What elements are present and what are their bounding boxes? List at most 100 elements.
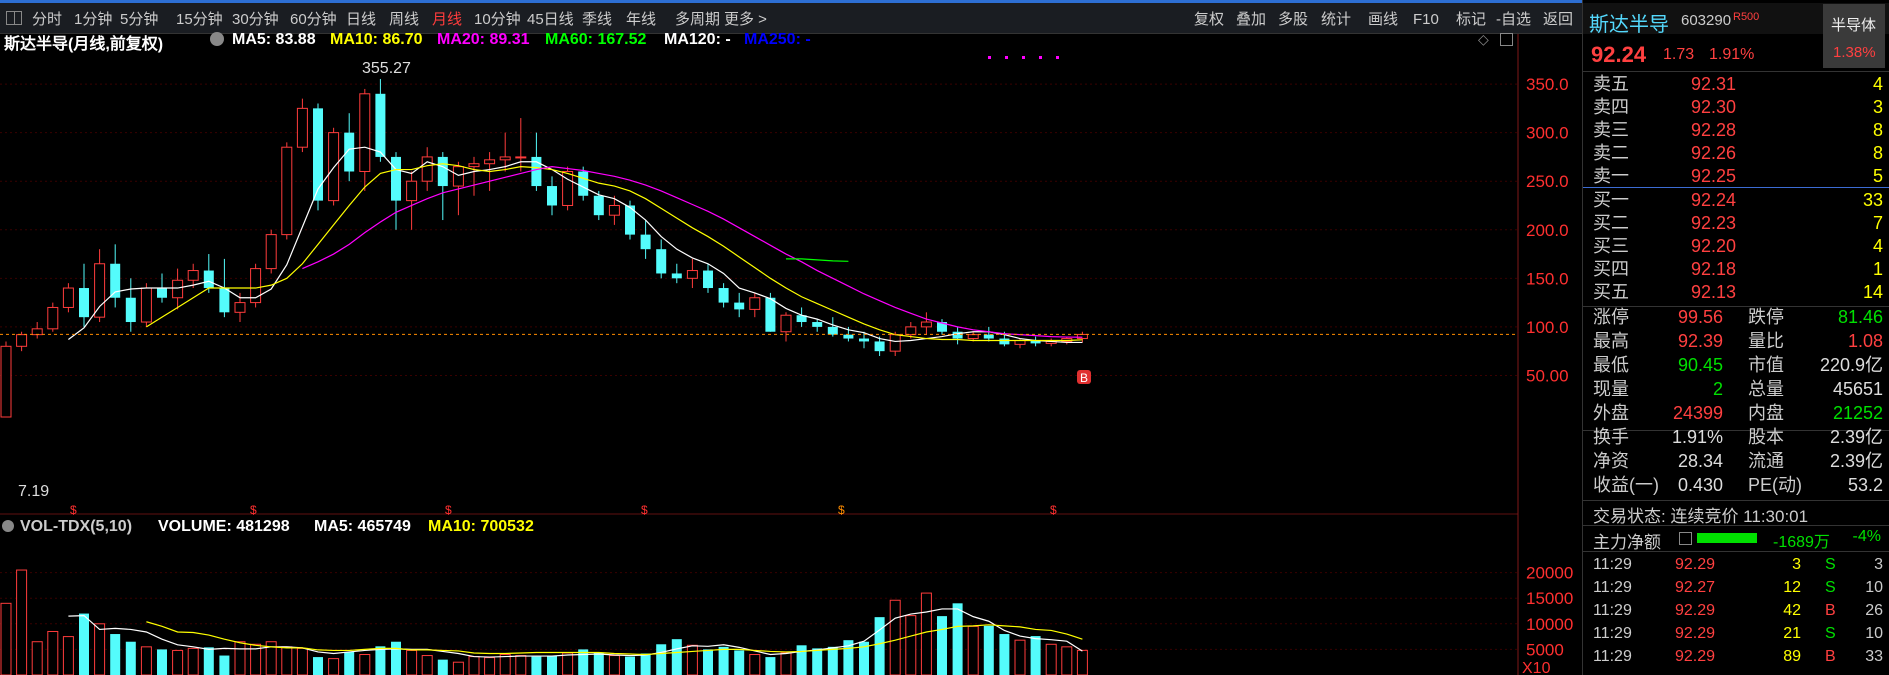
period-tab[interactable]: 5分钟 (120, 9, 158, 31)
period-tab[interactable]: 多周期 (675, 9, 720, 31)
volume-bar (1061, 646, 1073, 675)
flow-detail-icon[interactable] (1679, 532, 1692, 545)
volume-bar (296, 647, 308, 675)
stat-value: 21252 (1832, 403, 1883, 423)
volume-bar (499, 654, 511, 675)
candle (125, 278, 136, 332)
order-book-row[interactable]: 买二 92.23 7 (1593, 211, 1883, 235)
period-tab[interactable]: 15分钟 (176, 9, 223, 31)
kline-chart[interactable]: 350.0 300.0 250.0 200.0 150.0 100.0 50.00 355.2… (0, 34, 1582, 675)
candle (296, 98, 308, 153)
marker-dot (1039, 56, 1042, 59)
order-book-row[interactable]: 买一 92.24 33 (1593, 188, 1883, 212)
candle (359, 88, 371, 191)
volume-bar (640, 653, 651, 675)
volume-bar (110, 634, 121, 675)
tick-count: 33 (1865, 648, 1883, 665)
stat-label: 市值 (1748, 355, 1784, 375)
volume-bar (125, 641, 136, 675)
candle (437, 152, 448, 221)
volume-bar (359, 654, 371, 675)
volume-bar (827, 646, 838, 675)
volume-bar (313, 657, 323, 675)
volume-bar (62, 636, 74, 675)
volume-bar (391, 641, 401, 675)
order-book-volume: 14 (1862, 282, 1883, 302)
volume-bar (187, 647, 199, 675)
volume-bar (780, 652, 792, 675)
tick-price: 92.27 (1675, 579, 1716, 596)
period-tab[interactable]: 45日线 (527, 9, 574, 31)
tick-volume: 21 (1783, 625, 1801, 642)
order-book-price: 92.31 (1691, 74, 1737, 94)
order-book-row[interactable]: 卖五 92.31 4 (1593, 72, 1883, 96)
tick-side: S (1825, 556, 1836, 573)
stat-row: 换手 1.91% 股本 2.39亿 (1593, 425, 1883, 449)
period-tab[interactable]: 月线 (432, 9, 462, 31)
candle (265, 229, 277, 274)
order-book-price: 92.26 (1691, 143, 1737, 163)
volume-bar (203, 647, 214, 675)
order-book-label: 卖四 (1593, 97, 1629, 117)
period-tab[interactable]: 30分钟 (232, 9, 279, 31)
order-book-row[interactable]: 卖二 92.26 8 (1593, 141, 1883, 165)
period-tab[interactable]: 分时 (32, 9, 62, 31)
tool-button[interactable]: 画线 (1368, 9, 1398, 31)
stat-value: 81.46 (1837, 307, 1883, 327)
volume-bar (94, 623, 106, 675)
candle (421, 147, 433, 191)
tool-button[interactable]: 标记 (1456, 9, 1486, 31)
candle (140, 283, 152, 327)
order-book-row[interactable]: 买五 92.13 14 (1593, 280, 1883, 304)
period-tab[interactable]: 1分钟 (74, 9, 112, 31)
stat-value: 53.2 (1847, 475, 1883, 495)
tick-time: 11:29 (1593, 602, 1632, 619)
tick-side: S (1825, 579, 1836, 596)
tool-button[interactable]: 返回 (1543, 9, 1573, 31)
tick-price: 92.29 (1675, 602, 1716, 619)
price-tick-label: 250.0 (1526, 172, 1569, 191)
volume-tick-label: 5000 (1526, 640, 1564, 659)
tool-button[interactable]: F10 (1413, 9, 1439, 31)
candle (468, 156, 480, 196)
stat-label: 量比 (1748, 331, 1784, 351)
volume-bar (515, 655, 527, 675)
candle (375, 78, 386, 162)
order-book-volume: 1 (1872, 259, 1883, 279)
stat-value: 0.430 (1677, 475, 1723, 495)
tick-price: 92.29 (1675, 625, 1716, 642)
period-tab[interactable]: 年线 (626, 9, 656, 31)
main-flow-bar (1697, 533, 1757, 543)
tool-button[interactable]: 复权 (1194, 9, 1224, 31)
period-tab[interactable]: 10分钟 (474, 9, 521, 31)
layout-grid-icon[interactable] (6, 11, 22, 25)
trade-status: 交易状态: 连续竞价 11:30:01 (1593, 507, 1809, 526)
ma20-line (302, 166, 1083, 338)
period-tab[interactable]: 更多 > (724, 9, 767, 31)
order-book-row[interactable]: 买三 92.20 4 (1593, 234, 1883, 258)
stat-row: 最低 90.45 市值 220.9亿 (1593, 353, 1883, 377)
volume-bar (79, 613, 89, 675)
tool-button[interactable]: 多股 (1278, 9, 1308, 31)
tool-button[interactable]: 统计 (1321, 9, 1351, 31)
order-book-price: 92.18 (1691, 259, 1737, 279)
tool-button[interactable]: 叠加 (1236, 9, 1266, 31)
order-book-row[interactable]: 卖一 92.25 5 (1593, 164, 1883, 188)
period-tab[interactable]: 周线 (389, 9, 419, 31)
order-book-row[interactable]: 买四 92.18 1 (1593, 257, 1883, 281)
period-tab[interactable]: 60分钟 (290, 9, 337, 31)
order-book-label: 卖三 (1593, 120, 1629, 140)
volume-bar (468, 656, 480, 675)
candle (780, 312, 792, 342)
stat-row: 现量 2 总量 45651 (1593, 377, 1883, 401)
marker-dot (1056, 56, 1059, 59)
order-book-row[interactable]: 卖三 92.28 8 (1593, 118, 1883, 142)
volume-bar (1030, 636, 1041, 675)
tool-button[interactable]: -自选 (1496, 9, 1531, 31)
tick-volume: 89 (1783, 648, 1801, 665)
order-book-volume: 3 (1872, 97, 1883, 117)
sector-name[interactable]: 半导体 (1831, 14, 1876, 35)
period-tab[interactable]: 季线 (582, 9, 612, 31)
period-tab[interactable]: 日线 (346, 9, 376, 31)
order-book-row[interactable]: 卖四 92.30 3 (1593, 95, 1883, 119)
